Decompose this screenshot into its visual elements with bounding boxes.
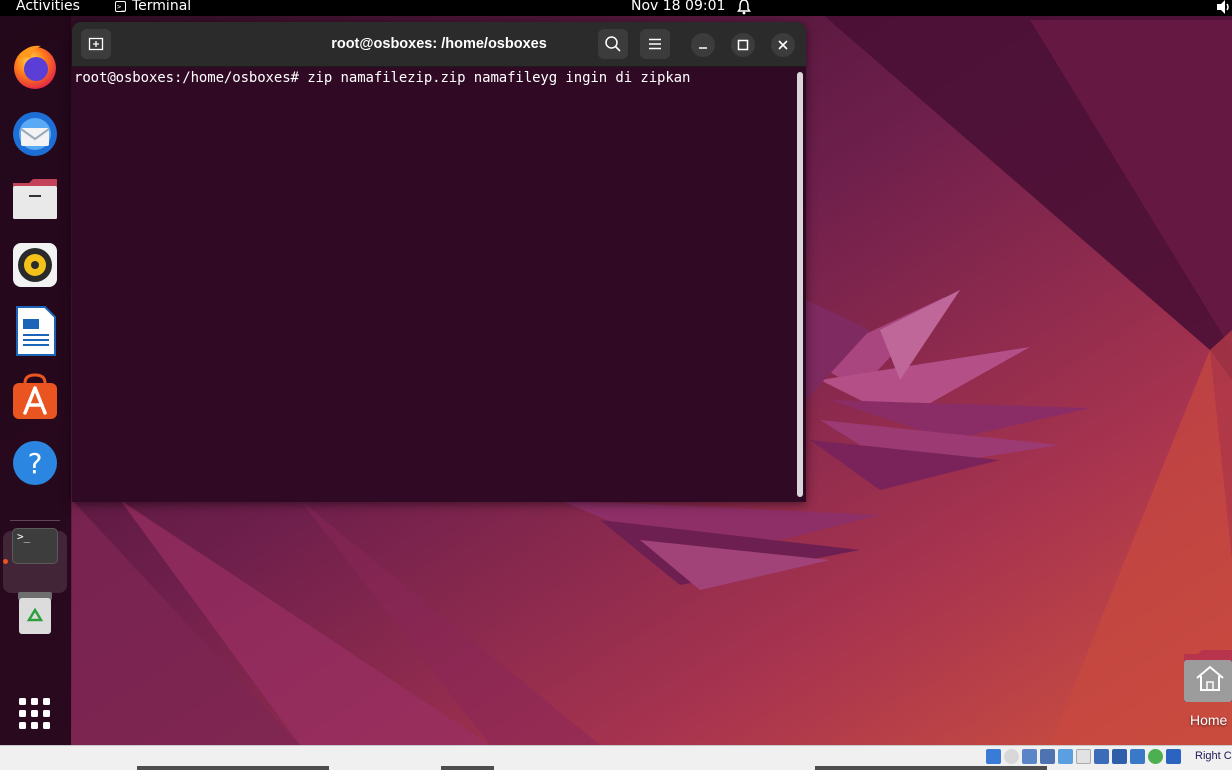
rhythmbox-icon[interactable] xyxy=(9,239,61,291)
show-apps-icon[interactable] xyxy=(17,696,53,732)
clock[interactable]: Nov 18 09:01 xyxy=(631,0,725,14)
video-capture-icon[interactable] xyxy=(1112,749,1127,764)
terminal-scrollbar[interactable] xyxy=(797,72,803,497)
optical-drive-icon[interactable] xyxy=(1004,749,1019,764)
status-strip xyxy=(815,766,1047,770)
terminal-glyph: >_ xyxy=(17,530,31,543)
network-icon[interactable] xyxy=(1040,749,1055,764)
activities-button[interactable]: Activities xyxy=(16,0,80,14)
usb-icon[interactable] xyxy=(1058,749,1073,764)
files-icon[interactable] xyxy=(9,173,61,225)
help-icon[interactable]: ? xyxy=(9,437,61,489)
menu-button[interactable] xyxy=(640,29,670,59)
app-menu[interactable]: >_ Terminal xyxy=(115,0,191,14)
audio-icon[interactable] xyxy=(1022,749,1037,764)
hamburger-menu-icon xyxy=(649,38,661,50)
minimize-icon xyxy=(699,47,707,49)
vm-status-bar: Right C xyxy=(0,745,1232,770)
mouse-integration-icon[interactable] xyxy=(1166,749,1181,764)
firefox-icon[interactable] xyxy=(9,40,61,92)
command-line: root@osboxes:/home/osboxes# zip namafile… xyxy=(74,70,690,86)
libreoffice-writer-icon[interactable] xyxy=(9,305,61,357)
home-folder-label[interactable]: Home xyxy=(1190,712,1227,728)
maximize-button[interactable] xyxy=(731,33,755,57)
close-icon xyxy=(778,40,788,50)
terminal-output[interactable]: root@osboxes:/home/osboxes# zip namafile… xyxy=(72,67,806,502)
app-menu-label: Terminal xyxy=(132,0,192,14)
maximize-icon xyxy=(737,39,749,51)
notification-bell-icon[interactable] xyxy=(737,0,751,15)
terminal-window[interactable]: root@osboxes: /home/osboxes root@osboxes… xyxy=(72,22,806,502)
guest-additions-icon[interactable] xyxy=(1148,749,1163,764)
minimize-button[interactable] xyxy=(691,33,715,57)
home-folder-icon[interactable] xyxy=(1182,650,1232,705)
shell-prompt: root@osboxes:/home/osboxes# xyxy=(74,70,308,86)
search-icon xyxy=(605,36,621,52)
close-button[interactable] xyxy=(771,33,795,57)
vm-device-icons xyxy=(986,749,1181,764)
terminal-icon[interactable]: >_ xyxy=(12,523,58,569)
shared-folder-icon[interactable] xyxy=(1076,749,1091,764)
svg-text:?: ? xyxy=(28,447,43,480)
command-text: zip namafilezip.zip namafileyg ingin di … xyxy=(307,70,691,86)
running-indicator xyxy=(3,559,8,564)
dock: ? >_ xyxy=(0,16,71,745)
dock-separator xyxy=(10,520,60,521)
display-icon[interactable] xyxy=(1094,749,1109,764)
software-center-icon[interactable] xyxy=(9,371,61,423)
hard-disk-icon[interactable] xyxy=(986,749,1001,764)
thunderbird-icon[interactable] xyxy=(9,106,61,158)
top-bar: Activities >_ Terminal Nov 18 09:01 xyxy=(0,0,1232,16)
terminal-app-icon: >_ xyxy=(115,0,126,12)
volume-icon[interactable] xyxy=(1214,0,1232,15)
host-key-label: Right C xyxy=(1195,750,1232,762)
search-button[interactable] xyxy=(598,29,628,59)
status-strip xyxy=(441,766,494,770)
status-strip xyxy=(137,766,329,770)
cpu-icon[interactable] xyxy=(1130,749,1145,764)
terminal-titlebar[interactable]: root@osboxes: /home/osboxes xyxy=(72,22,806,67)
trash-icon[interactable] xyxy=(9,586,61,638)
